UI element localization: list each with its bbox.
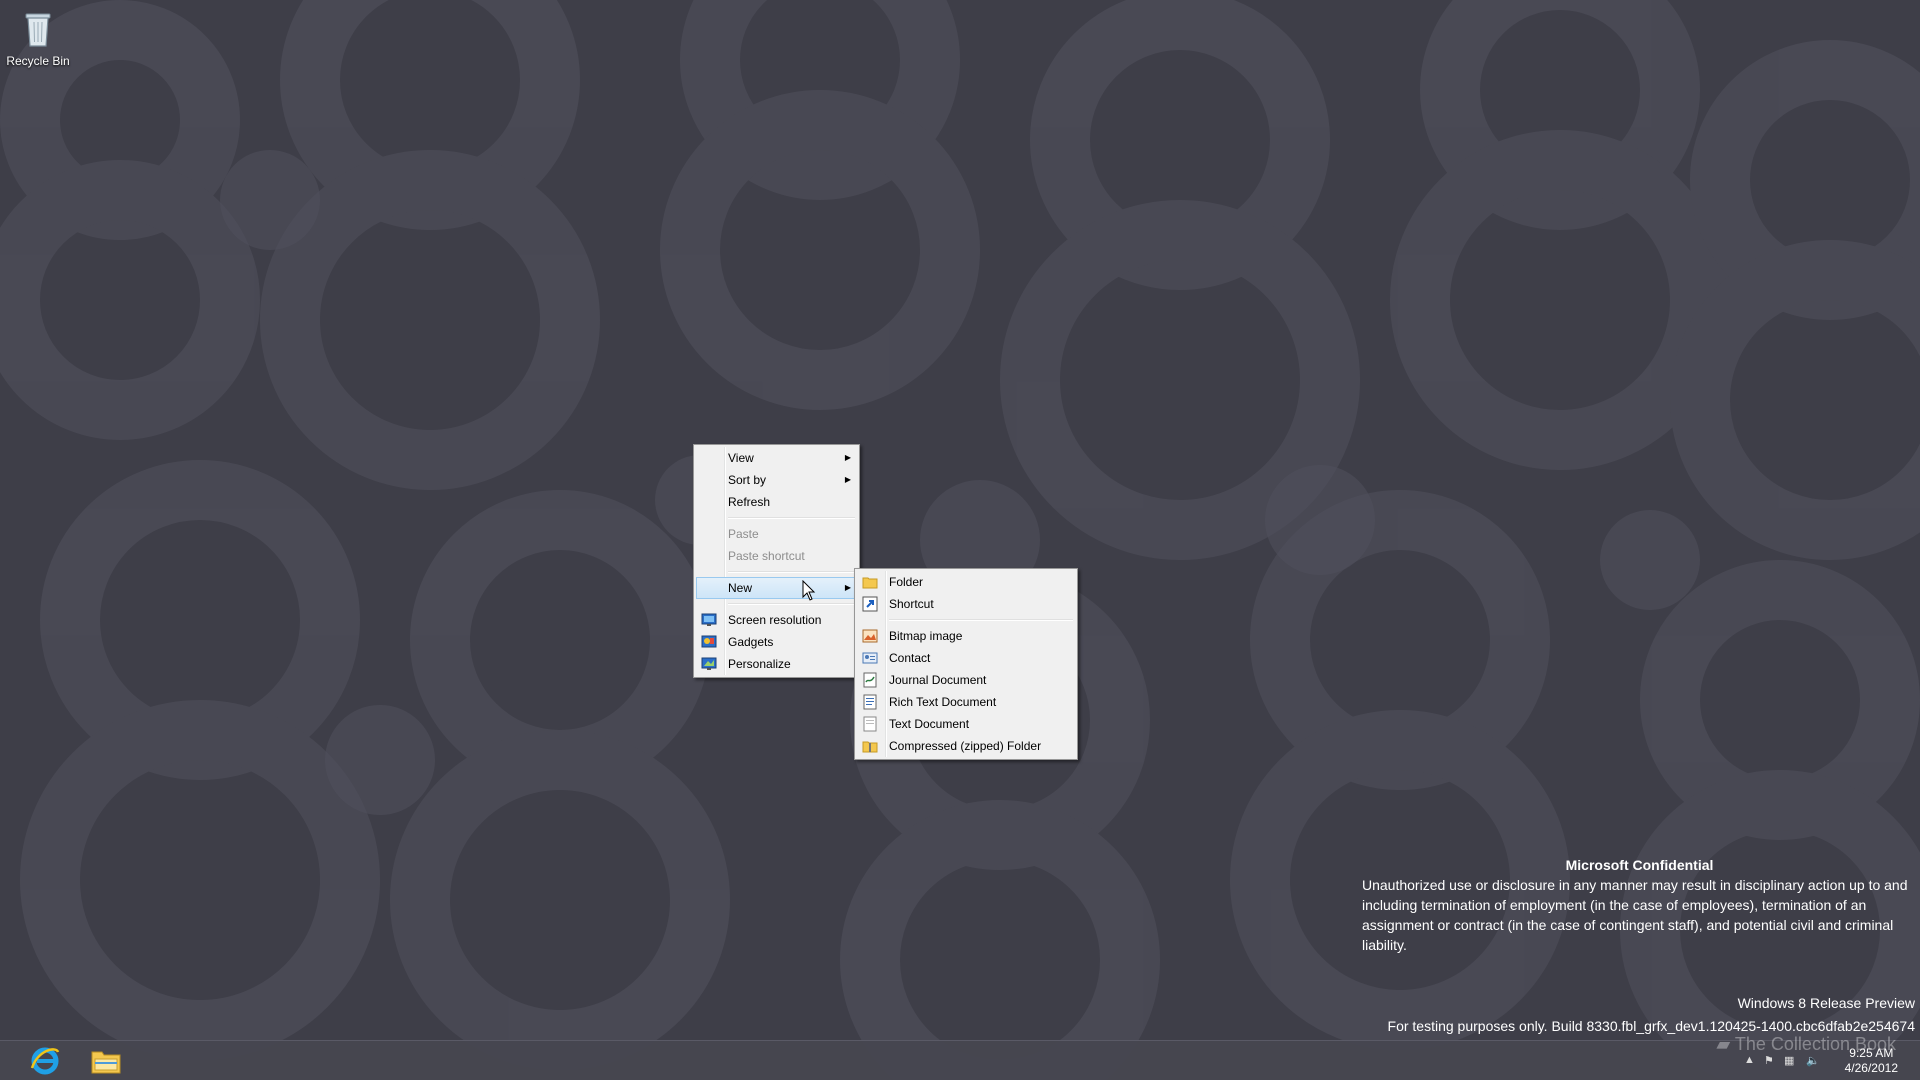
confidential-notice: Microsoft Confidential Unauthorized use … xyxy=(1362,855,1917,955)
taskbar-internet-explorer[interactable] xyxy=(17,1044,73,1078)
submenu-item-label: Folder xyxy=(889,575,924,589)
submenu-item-label: Text Document xyxy=(889,717,970,731)
submenu-item-contact[interactable]: Contact xyxy=(857,647,1075,669)
file-explorer-icon xyxy=(89,1044,123,1078)
menu-item-screen-resolution[interactable]: Screen resolution xyxy=(696,609,857,631)
submenu-arrow-icon: ▶ xyxy=(844,453,851,462)
menu-item-refresh[interactable]: Refresh xyxy=(696,491,857,513)
confidential-body: Unauthorized use or disclosure in any ma… xyxy=(1362,877,1908,953)
menu-item-label: Screen resolution xyxy=(728,613,822,627)
desktop[interactable]: Recycle Bin View ▶ Sort by ▶ Refresh Pas… xyxy=(0,0,1920,1080)
overlay-logo-text: The Collection Book xyxy=(1734,1034,1896,1054)
internet-explorer-icon xyxy=(28,1044,62,1078)
contact-icon xyxy=(862,650,878,666)
journal-document-icon xyxy=(862,672,878,688)
submenu-arrow-icon: ▶ xyxy=(844,583,851,592)
menu-item-view[interactable]: View ▶ xyxy=(696,447,857,469)
desktop-context-menu: View ▶ Sort by ▶ Refresh Paste Paste sho… xyxy=(693,444,860,678)
edition-watermark: Windows 8 Release Preview xyxy=(1737,995,1915,1011)
menu-separator xyxy=(728,571,855,573)
new-submenu: Folder Shortcut Bitmap image Contact Jou… xyxy=(854,568,1078,760)
menu-item-label: Gadgets xyxy=(728,635,774,649)
taskbar: ▲ ⚑ ▦ 🔈 9:25 AM 4/26/2012 xyxy=(0,1040,1920,1080)
menu-separator xyxy=(728,517,855,519)
overlay-logo: ▰ The Collection Book xyxy=(1716,1034,1896,1055)
action-center-flag-icon[interactable]: ⚑ xyxy=(1764,1054,1774,1067)
rich-text-document-icon xyxy=(862,694,878,710)
submenu-item-text-document[interactable]: Text Document xyxy=(857,713,1075,735)
menu-item-paste: Paste xyxy=(696,523,857,545)
menu-item-label: Personalize xyxy=(728,657,791,671)
recycle-bin-icon xyxy=(14,4,62,52)
bitmap-image-icon xyxy=(862,628,878,644)
submenu-item-compressed-folder[interactable]: Compressed (zipped) Folder xyxy=(857,735,1075,757)
gadgets-icon xyxy=(701,634,717,650)
taskbar-file-explorer[interactable] xyxy=(78,1044,134,1078)
submenu-item-shortcut[interactable]: Shortcut xyxy=(857,593,1075,615)
submenu-item-folder[interactable]: Folder xyxy=(857,571,1075,593)
menu-item-label: Sort by xyxy=(728,473,767,487)
network-icon[interactable]: ▦ xyxy=(1784,1054,1794,1067)
menu-separator xyxy=(728,603,855,605)
menu-item-label: View xyxy=(728,451,754,465)
mouse-cursor-icon xyxy=(802,580,816,601)
submenu-item-label: Bitmap image xyxy=(889,629,963,643)
submenu-item-bitmap-image[interactable]: Bitmap image xyxy=(857,625,1075,647)
submenu-item-label: Journal Document xyxy=(889,673,987,687)
menu-item-paste-shortcut: Paste shortcut xyxy=(696,545,857,567)
overlay-logo-icon: ▰ xyxy=(1716,1034,1731,1054)
screen-resolution-icon xyxy=(701,612,717,628)
folder-icon xyxy=(862,574,878,590)
submenu-item-label: Contact xyxy=(889,651,931,665)
menu-item-label: Paste shortcut xyxy=(728,549,805,563)
menu-item-gadgets[interactable]: Gadgets xyxy=(696,631,857,653)
menu-item-label: New xyxy=(728,581,753,595)
menu-item-personalize[interactable]: Personalize xyxy=(696,653,857,675)
menu-item-sort-by[interactable]: Sort by ▶ xyxy=(696,469,857,491)
submenu-item-journal-document[interactable]: Journal Document xyxy=(857,669,1075,691)
zipped-folder-icon xyxy=(862,738,878,754)
submenu-item-label: Shortcut xyxy=(889,597,934,611)
volume-icon[interactable]: 🔈 xyxy=(1806,1054,1820,1067)
submenu-arrow-icon: ▶ xyxy=(844,475,851,484)
submenu-item-label: Compressed (zipped) Folder xyxy=(889,739,1042,753)
clock-date: 4/26/2012 xyxy=(1844,1061,1898,1075)
menu-separator xyxy=(889,619,1073,621)
personalize-icon xyxy=(701,656,717,672)
shortcut-icon xyxy=(862,596,878,612)
menu-item-label: Refresh xyxy=(728,495,771,509)
recycle-bin-shortcut[interactable]: Recycle Bin xyxy=(4,4,72,68)
submenu-item-label: Rich Text Document xyxy=(889,695,997,709)
menu-item-new[interactable]: New ▶ xyxy=(696,577,857,599)
text-document-icon xyxy=(862,716,878,732)
show-hidden-icons-icon[interactable]: ▲ xyxy=(1744,1054,1755,1066)
menu-item-label: Paste xyxy=(728,527,759,541)
confidential-title: Microsoft Confidential xyxy=(1565,857,1714,873)
recycle-bin-label: Recycle Bin xyxy=(6,54,70,68)
submenu-item-rich-text-document[interactable]: Rich Text Document xyxy=(857,691,1075,713)
build-watermark: For testing purposes only. Build 8330.fb… xyxy=(1387,1018,1915,1034)
